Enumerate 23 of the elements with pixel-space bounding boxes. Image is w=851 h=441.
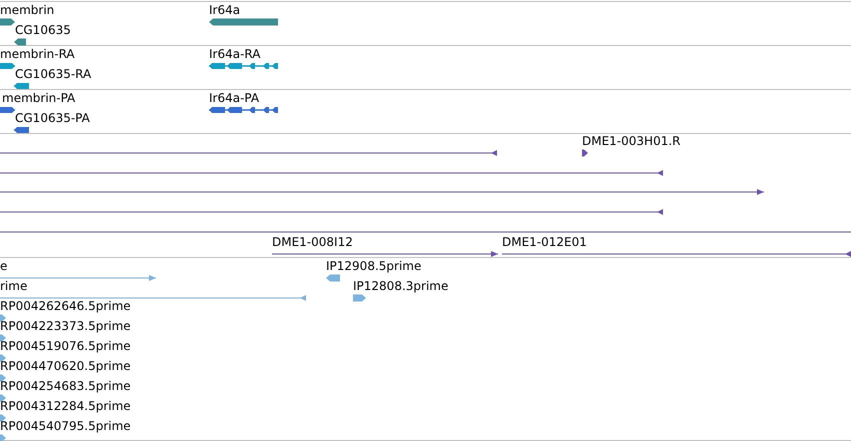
feature-label: IP12808.3prime xyxy=(353,279,448,294)
feature-label: DME1-012E01 xyxy=(502,235,587,250)
feature-label: Ir64a-PA xyxy=(209,91,260,106)
feature-label: membrin-RA xyxy=(0,47,75,62)
feature-label: RP004540795.5prime xyxy=(0,419,131,434)
feature-label: rime xyxy=(0,279,28,294)
feature-label: membrin-PA xyxy=(2,91,76,106)
feature-label: IP12908.5prime xyxy=(326,259,422,274)
feature-label: DME1-008I12 xyxy=(272,235,353,250)
feature-label: e xyxy=(0,259,8,274)
feature-label: DME1-003H01.R xyxy=(582,134,680,149)
feature-label: CG10635-PA xyxy=(15,111,90,126)
feature-label: RP004262646.5prime xyxy=(0,299,131,314)
feature-label: RP004223373.5prime xyxy=(0,319,131,334)
feature-label: RP004470620.5prime xyxy=(0,359,131,374)
feature-label: RP004254683.5prime xyxy=(0,379,131,394)
feature-label: Ir64a xyxy=(209,3,240,18)
feature-label: CG10635 xyxy=(15,23,71,38)
feature-label: CG10635-RA xyxy=(15,67,92,82)
feature-label: Ir64a-RA xyxy=(209,47,260,62)
feature-label: RP004519076.5prime xyxy=(0,339,131,354)
feature-label: RP004312284.5prime xyxy=(0,399,131,414)
feature-label: membrin xyxy=(0,3,54,18)
